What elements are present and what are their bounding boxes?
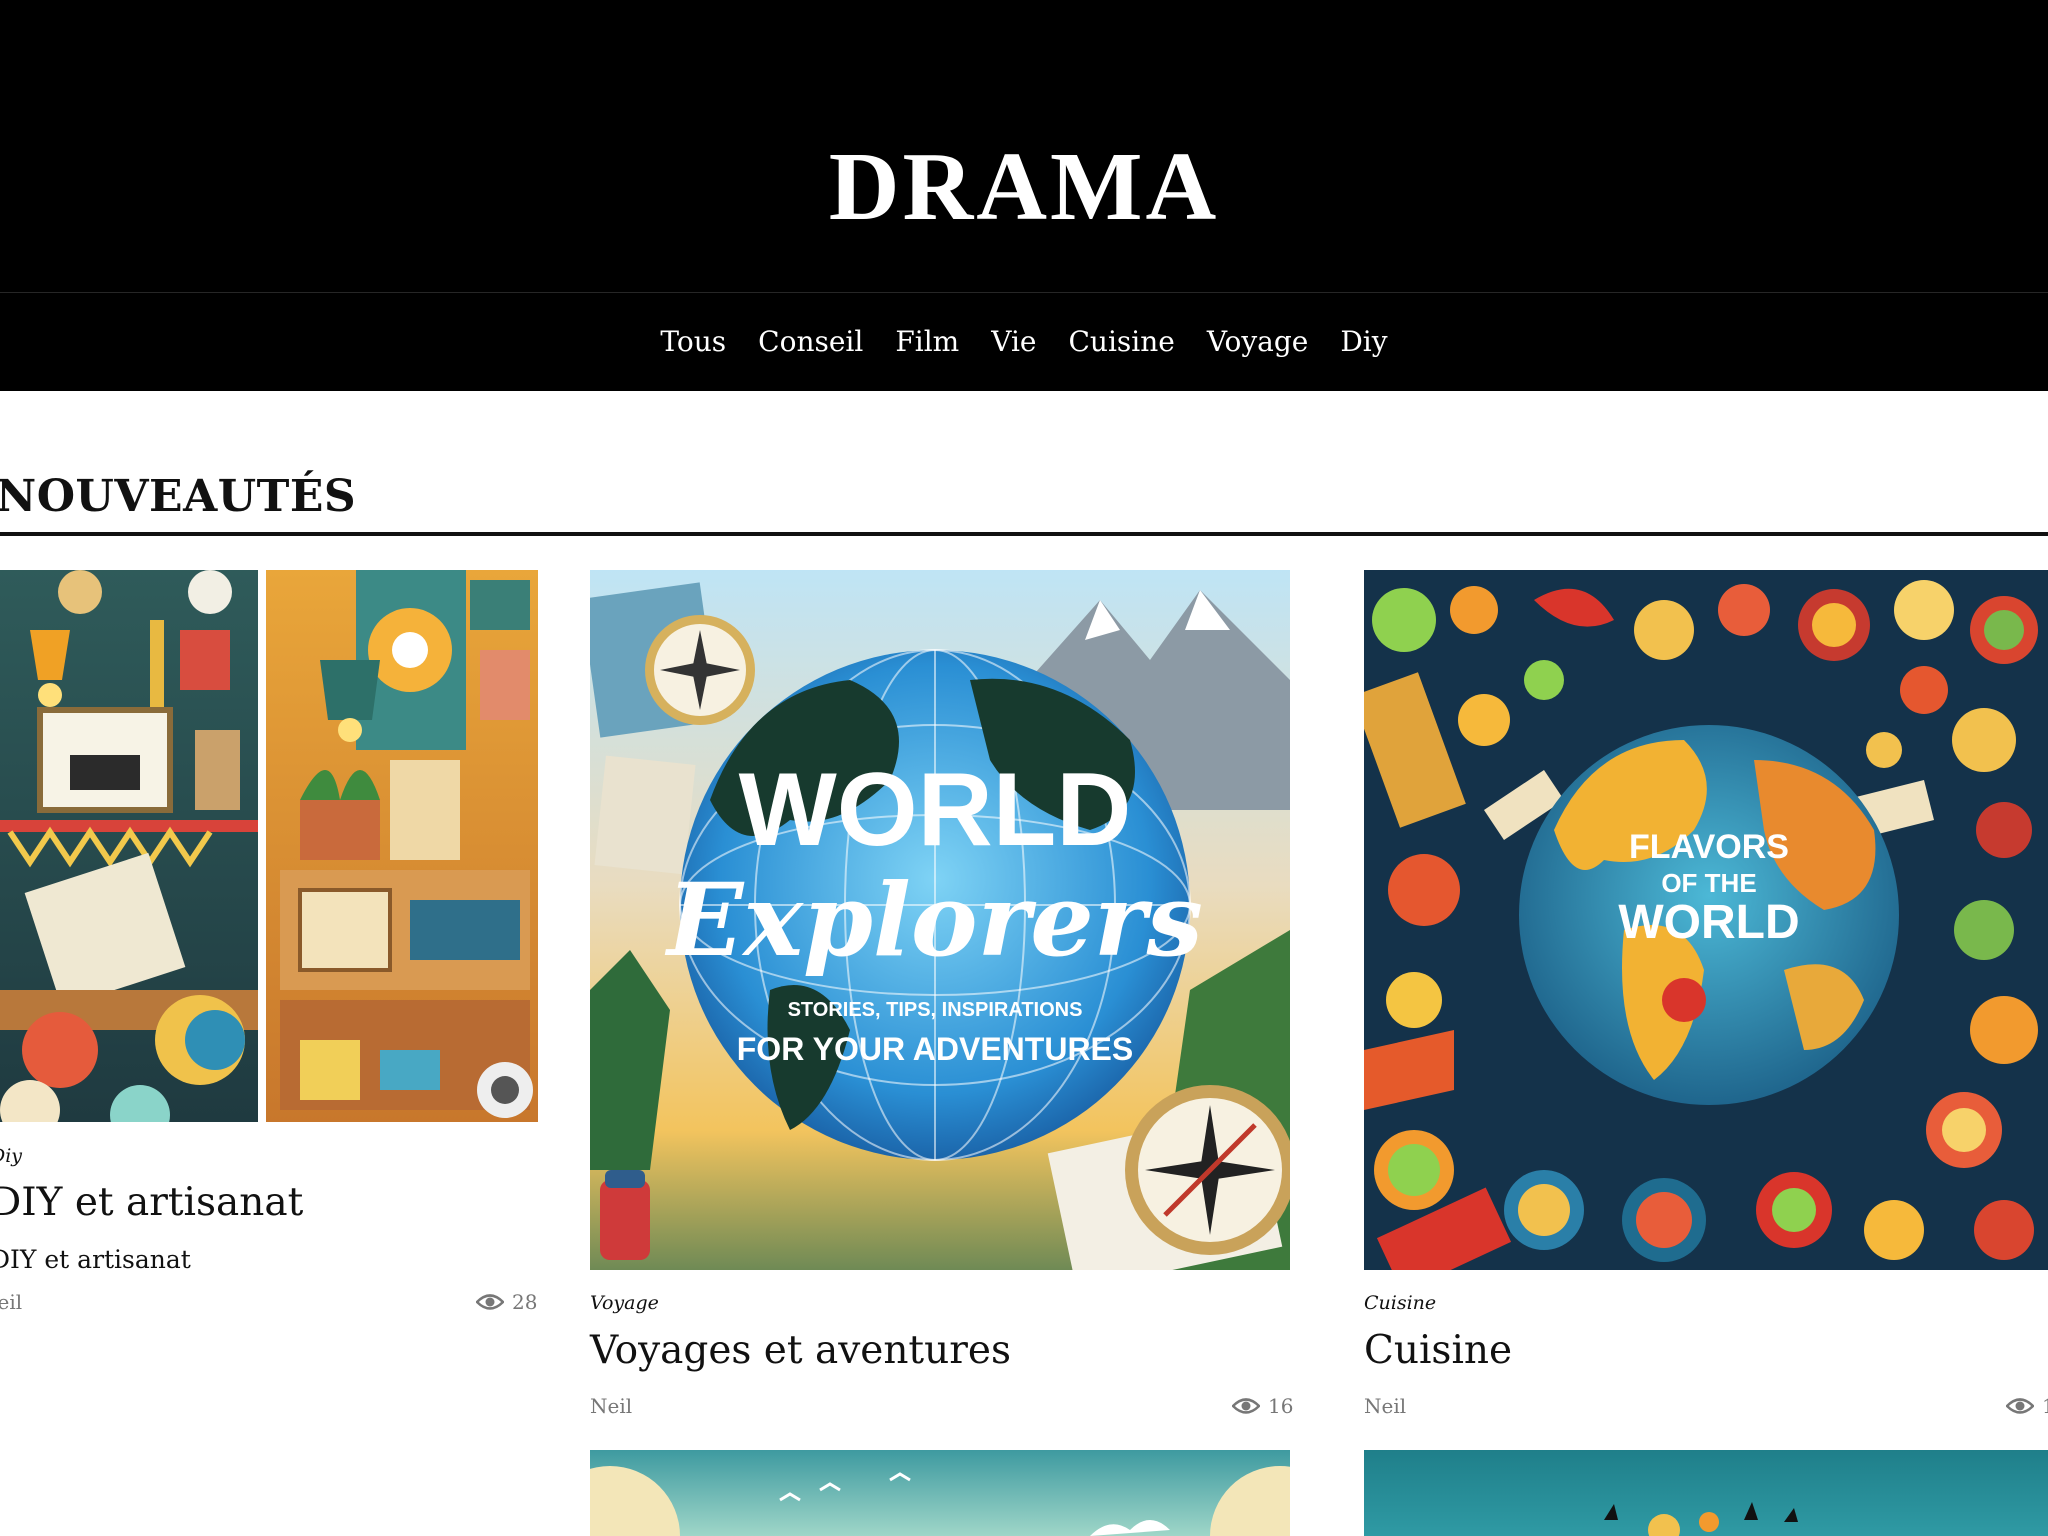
nav-item-diy[interactable]: Diy [1340,322,1387,362]
world-explorers-image[interactable]: WORLD Explorers STORIES, TIPS, INSPIRATI… [590,570,1290,1270]
image-text-line3: WORLD [1618,896,1799,949]
image-text-line2: OF THE [1661,868,1756,898]
post-thumbnail-next-2[interactable] [1364,1450,2048,1536]
post-views: 28 [476,1290,537,1314]
image-text-line2: Explorers [664,861,1203,979]
views-count: 1 [2042,1394,2048,1418]
eye-icon [2006,1397,2034,1415]
post-category[interactable]: Voyage [590,1292,659,1314]
image-text-line3: STORIES, TIPS, INSPIRATIONS [788,999,1083,1021]
nav-item-voyage[interactable]: Voyage [1207,322,1309,362]
post-views: 16 [1232,1394,1293,1418]
flavors-of-the-world-image[interactable]: FLAVORS OF THE WORLD [1364,570,2048,1270]
post-excerpt: DIY et artisanat [0,1245,191,1274]
post-author[interactable]: Neil [1364,1394,1406,1418]
nav-item-film[interactable]: Film [895,322,959,362]
section-divider [0,532,2048,536]
post-author[interactable]: Neil [0,1290,22,1314]
post-title[interactable]: Cuisine [1364,1328,1512,1373]
category-nav: Tous Conseil Film Vie Cuisine Voyage Diy [0,293,2048,391]
post-category[interactable]: Cuisine [1364,1292,1436,1314]
nav-item-cuisine[interactable]: Cuisine [1069,322,1175,362]
views-count: 16 [1268,1394,1294,1418]
post-title[interactable]: DIY et artisanat [0,1180,303,1225]
post-thumbnail-next-1[interactable] [590,1450,1290,1536]
post-title[interactable]: Voyages et aventures [590,1328,1011,1373]
site-logo[interactable]: DRAMA [0,132,2048,242]
post-author[interactable]: Neil [590,1394,632,1418]
nav-item-vie[interactable]: Vie [991,322,1036,362]
nav-item-tous[interactable]: Tous [660,322,726,362]
nav-item-conseil[interactable]: Conseil [758,322,863,362]
image-text-line1: FLAVORS [1629,828,1789,866]
site-header: DRAMA [0,0,2048,293]
eye-icon [476,1293,504,1311]
post-views: 1 [2006,1394,2048,1418]
views-count: 28 [512,1290,538,1314]
eye-icon [1232,1397,1260,1415]
image-text-line4: FOR YOUR ADVENTURES [737,1031,1133,1067]
section-title: NOUVEAUTÉS [0,471,357,522]
craft-workshop-image[interactable] [0,570,538,1122]
post-category[interactable]: Diy [0,1145,22,1167]
image-text-line1: WORLD [739,752,1132,868]
